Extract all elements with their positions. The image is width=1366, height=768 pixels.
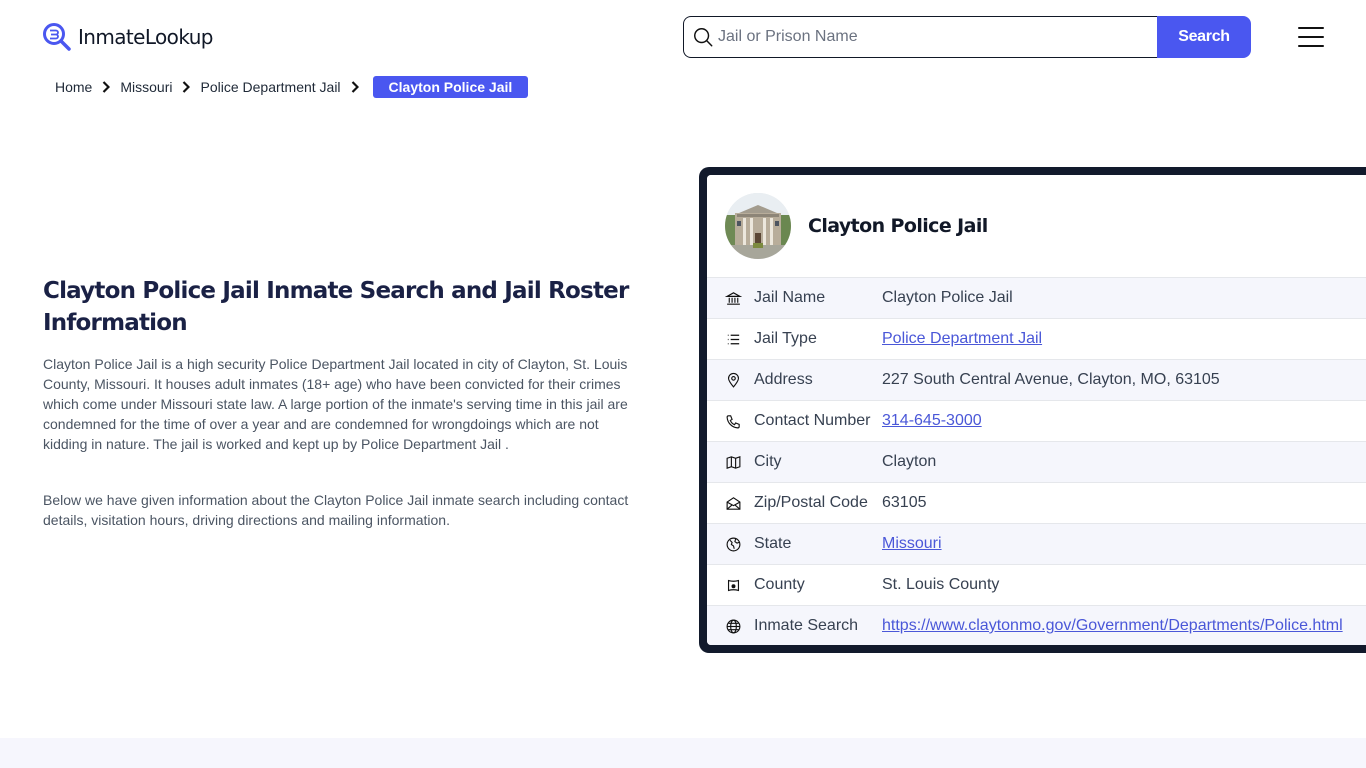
state-link[interactable]: Missouri bbox=[882, 535, 942, 553]
detail-value: St. Louis County bbox=[882, 576, 1000, 593]
breadcrumb-home[interactable]: Home bbox=[55, 79, 92, 95]
inmate-search-link[interactable]: https://www.claytonmo.gov/Government/Dep… bbox=[882, 617, 1343, 635]
map-pin-icon bbox=[724, 371, 742, 389]
search-button[interactable]: Search bbox=[1157, 16, 1251, 58]
globe-icon bbox=[724, 617, 742, 635]
breadcrumb: Home Missouri Police Department Jail Cla… bbox=[55, 76, 529, 98]
chevron-right-icon bbox=[351, 81, 359, 93]
detail-row-contact-number: Contact Number 314-645-3000 bbox=[707, 400, 1366, 441]
description-paragraph: Clayton Police Jail is a high security P… bbox=[43, 356, 628, 452]
breadcrumb-police-department-jail[interactable]: Police Department Jail bbox=[200, 79, 340, 95]
jail-details-list: Jail Name Clayton Police Jail Jail Type … bbox=[707, 277, 1366, 645]
chevron-right-icon bbox=[183, 81, 191, 93]
logo-link[interactable]: InmateLookup bbox=[42, 22, 213, 52]
county-map-icon bbox=[724, 576, 742, 594]
detail-label: State bbox=[754, 535, 792, 552]
breadcrumb-current: Clayton Police Jail bbox=[372, 76, 529, 98]
breadcrumb-missouri[interactable]: Missouri bbox=[120, 79, 172, 95]
jail-type-link[interactable]: Police Department Jail bbox=[882, 330, 1042, 348]
footer-section bbox=[0, 738, 1366, 768]
detail-row-inmate-search: Inmate Search https://www.claytonmo.gov/… bbox=[707, 605, 1366, 645]
chevron-right-icon bbox=[103, 81, 111, 93]
search-input[interactable] bbox=[718, 28, 1157, 46]
page-title: Clayton Police Jail Inmate Search and Ja… bbox=[43, 278, 629, 336]
detail-label: Contact Number bbox=[754, 412, 871, 429]
detail-row-county: County St. Louis County bbox=[707, 564, 1366, 605]
detail-value: Clayton bbox=[882, 453, 937, 470]
detail-row-address: Address 227 South Central Avenue, Clayto… bbox=[707, 359, 1366, 400]
card-title: Clayton Police Jail bbox=[808, 215, 988, 237]
description-paragraph: Below we have given information about th… bbox=[43, 492, 629, 528]
jail-info-card: Clayton Police Jail Jail Name Clayton Po… bbox=[699, 167, 1366, 653]
card-header: Clayton Police Jail bbox=[707, 175, 1366, 277]
detail-label: Jail Type bbox=[754, 330, 817, 347]
bank-icon bbox=[724, 289, 742, 307]
detail-value: 63105 bbox=[882, 494, 927, 511]
detail-row-zip-code: Zip/Postal Code 63105 bbox=[707, 482, 1366, 523]
list-icon bbox=[724, 330, 742, 348]
detail-label: Address bbox=[754, 371, 813, 388]
detail-row-jail-name: Jail Name Clayton Police Jail bbox=[707, 277, 1366, 318]
phone-link[interactable]: 314-645-3000 bbox=[882, 412, 982, 430]
detail-label: County bbox=[754, 576, 805, 593]
detail-value: Clayton Police Jail bbox=[882, 289, 1013, 306]
search-icon bbox=[694, 28, 713, 47]
detail-row-state: State Missouri bbox=[707, 523, 1366, 564]
map-icon bbox=[724, 453, 742, 471]
hamburger-menu-icon[interactable] bbox=[1298, 27, 1324, 47]
detail-row-jail-type: Jail Type Police Department Jail bbox=[707, 318, 1366, 359]
logo-magnifier-icon bbox=[43, 23, 71, 51]
detail-label: Jail Name bbox=[754, 289, 826, 306]
detail-label: City bbox=[754, 453, 782, 470]
jail-photo bbox=[725, 193, 791, 259]
search-field[interactable] bbox=[683, 16, 1157, 58]
search-bar: Search bbox=[683, 16, 1251, 58]
detail-value: 227 South Central Avenue, Clayton, MO, 6… bbox=[882, 371, 1220, 388]
phone-icon bbox=[724, 412, 742, 430]
globe-location-icon bbox=[724, 535, 742, 553]
detail-label: Inmate Search bbox=[754, 617, 859, 634]
logo-text: InmateLookup bbox=[78, 25, 213, 49]
detail-label: Zip/Postal Code bbox=[754, 494, 868, 511]
detail-row-city: City Clayton bbox=[707, 441, 1366, 482]
mail-open-icon bbox=[724, 494, 742, 512]
